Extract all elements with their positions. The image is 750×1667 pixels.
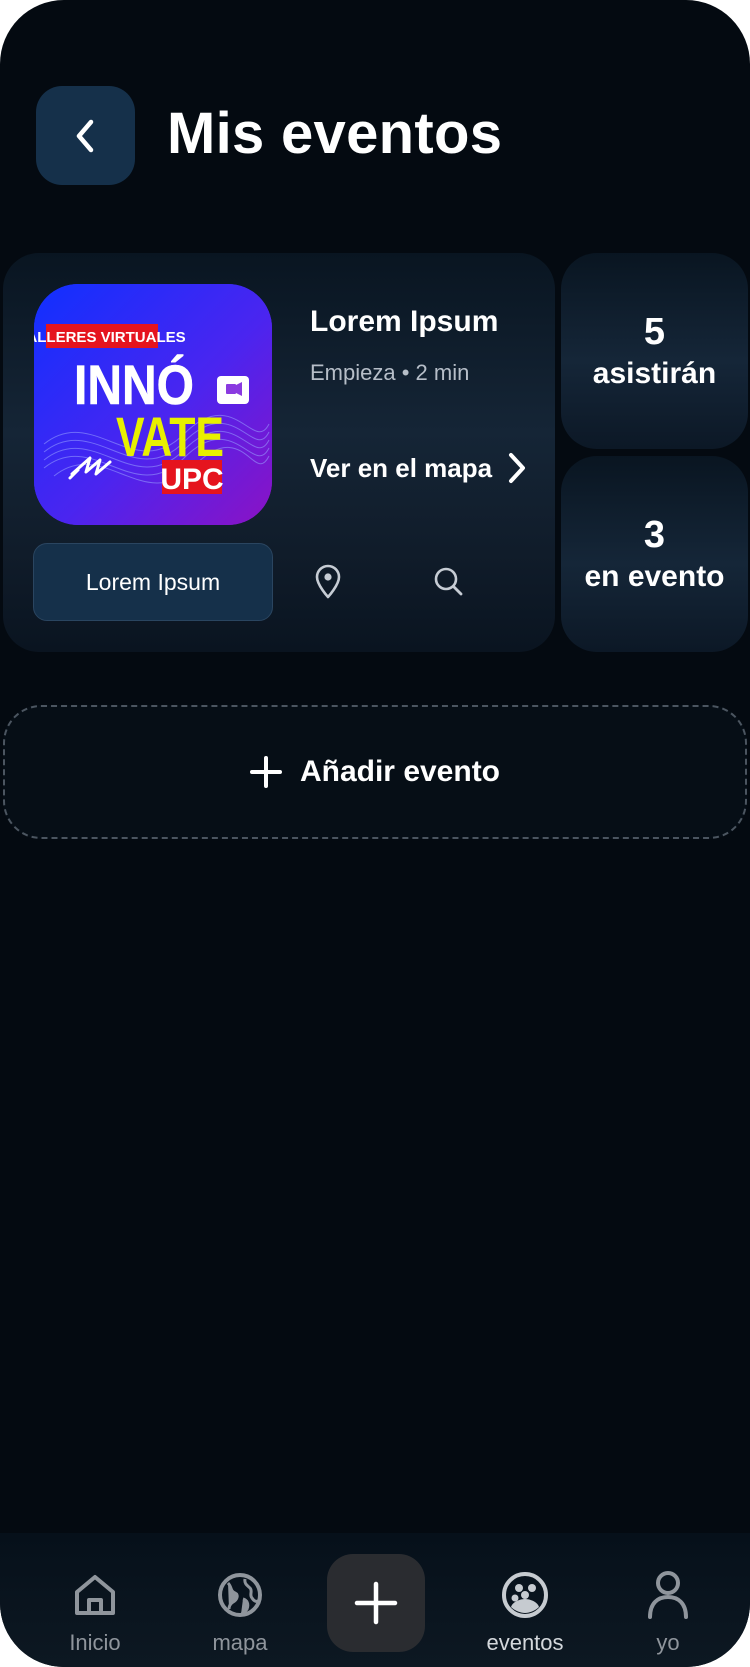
event-poster: TALLERES VIRTUALES INNÓ VATE UPC — [34, 284, 272, 525]
plus-icon — [354, 1581, 398, 1625]
view-on-map-label: Ver en el mapa — [310, 452, 493, 483]
nav-item-eventos[interactable]: eventos — [465, 1533, 585, 1667]
globe-icon — [218, 1573, 262, 1617]
user-icon — [648, 1571, 688, 1619]
plus-icon — [249, 756, 282, 788]
nav-label-inicio: Inicio — [69, 1630, 121, 1655]
stat-attending: 5 asistirán — [561, 253, 748, 449]
event-action-button[interactable]: Lorem Ipsum — [33, 543, 273, 621]
event-card[interactable]: TALLERES VIRTUALES INNÓ VATE UPC Lorem I… — [3, 253, 555, 652]
nav-label-mapa: mapa — [212, 1630, 268, 1655]
stat-attending-number: 5 — [643, 311, 666, 353]
nav-item-mapa[interactable]: mapa — [180, 1533, 300, 1667]
chevron-left-icon — [76, 119, 93, 152]
poster-artwork: TALLERES VIRTUALES INNÓ VATE UPC — [34, 284, 272, 525]
phone-screen: Mis eventos TALLERES VIRTUALES INNÓ VATE… — [0, 0, 750, 1667]
event-meta: Empieza • 2 min — [310, 360, 470, 385]
chevron-right-icon — [509, 453, 526, 483]
page-title: Mis eventos — [167, 101, 503, 166]
nav-item-inicio[interactable]: Inicio — [35, 1533, 155, 1667]
poster-line-3: UPC — [160, 463, 223, 496]
add-event-button[interactable]: Añadir evento — [3, 705, 747, 839]
poster-banner-text: TALLERES VIRTUALES — [34, 329, 186, 346]
stat-at-event: 3 en evento — [561, 456, 748, 652]
group-icon — [502, 1572, 548, 1618]
nav-label-eventos: eventos — [486, 1630, 564, 1655]
bottom-nav: Inicio mapa eventos yo — [0, 1533, 750, 1667]
map-pin-icon[interactable] — [313, 564, 343, 605]
stat-attending-label: asistirán — [592, 357, 717, 390]
home-icon — [75, 1575, 115, 1615]
stat-at-event-number: 3 — [643, 514, 666, 556]
add-event-label: Añadir evento — [299, 755, 501, 788]
view-on-map-link[interactable]: Ver en el mapa — [310, 451, 528, 485]
stat-at-event-label: en evento — [584, 560, 725, 593]
back-button[interactable] — [36, 86, 135, 185]
nav-item-yo[interactable]: yo — [608, 1533, 728, 1667]
event-title: Lorem Ipsum — [310, 305, 499, 338]
search-icon[interactable] — [433, 566, 465, 603]
poster-line-2: VATE — [116, 405, 224, 468]
nav-add-button[interactable] — [327, 1554, 425, 1652]
nav-label-yo: yo — [656, 1630, 680, 1655]
